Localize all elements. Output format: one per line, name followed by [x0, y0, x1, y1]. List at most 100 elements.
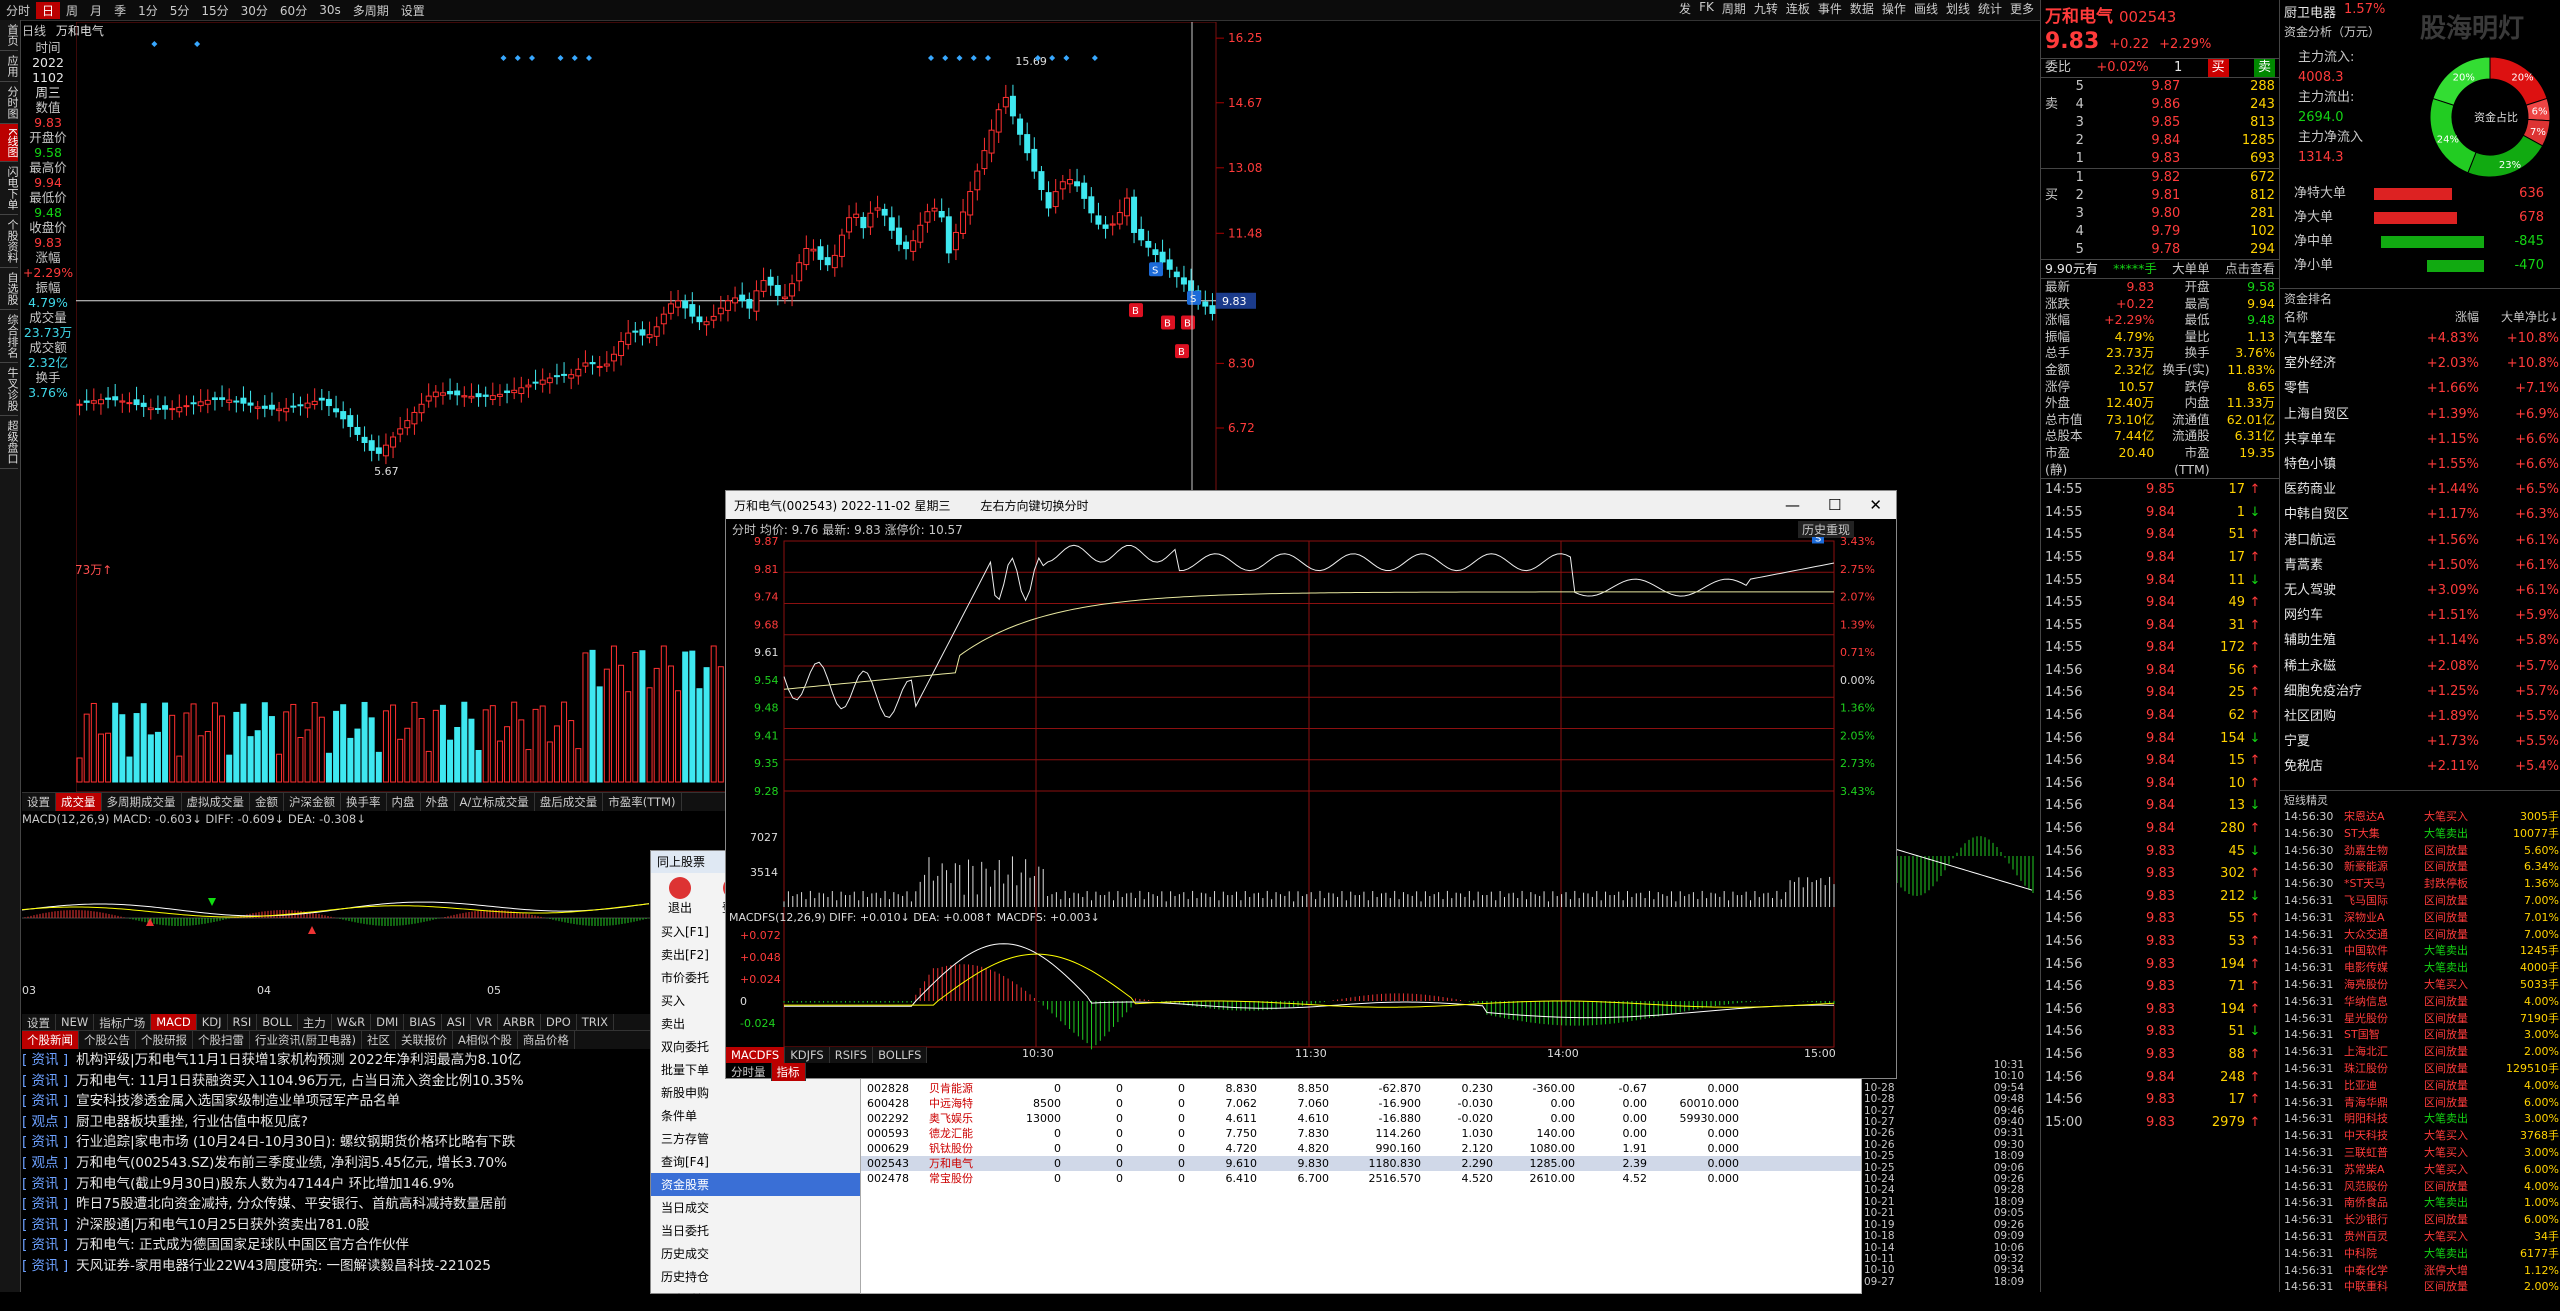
- toolbar-item[interactable]: 数据: [1846, 0, 1878, 17]
- holding-row[interactable]: 000593 德龙汇能 0 0 0 7.750 7.830 114.260 1.030 140.0…: [861, 1126, 1861, 1141]
- trade-menu-item[interactable]: 当日委托: [651, 1219, 861, 1242]
- history-replay-button[interactable]: 历史重现: [1797, 521, 1854, 538]
- sector-row[interactable]: 社区团购 +1.89% +5.5%: [2280, 704, 2560, 729]
- monitor-row[interactable]: 14:56:31 华纳信息 区间放量 4.00%: [2280, 994, 2560, 1011]
- rail-tab[interactable]: 超级盘口: [0, 416, 19, 470]
- event-diamond[interactable]: [928, 55, 934, 61]
- news-item[interactable]: [ 资讯 ] 宣安科技渗透金属入选国家级制造业单项冠军产品名单: [22, 1091, 652, 1112]
- monitor-row[interactable]: 14:56:31 青海华鼎 区间放量 6.00%: [2280, 1095, 2560, 1112]
- monitor-row[interactable]: 14:56:31 中泰化学 涨停大增 1.12%: [2280, 1263, 2560, 1280]
- sector-row[interactable]: 上海自贸区 +1.39% +6.9%: [2280, 402, 2560, 427]
- indicator-tab[interactable]: 设置: [22, 793, 56, 811]
- news-tab[interactable]: 个股研报: [136, 1031, 193, 1049]
- toolbar-item[interactable]: 事件: [1814, 0, 1846, 17]
- popup-bottom-tab[interactable]: 分时量: [726, 1063, 772, 1081]
- news-tab[interactable]: 行业资讯(厨卫电器): [250, 1031, 362, 1049]
- news-item[interactable]: [ 资讯 ] 万和电气: 11月1日获融资买入1104.96万元, 占当日流入资金…: [22, 1071, 652, 1092]
- toolbar-item[interactable]: 画线: [1910, 0, 1942, 17]
- book-row[interactable]: 1 9.82 672: [2041, 169, 2279, 187]
- monitor-row[interactable]: 14:56:31 中天科技 大笔买入 3768手: [2280, 1128, 2560, 1145]
- trade-menu-item[interactable]: 查询[F4]: [651, 1150, 861, 1173]
- toolbar-item[interactable]: 划线: [1942, 0, 1974, 17]
- period-tab[interactable]: 60分: [274, 2, 313, 19]
- trade-button[interactable]: 退出: [655, 877, 705, 916]
- popup-chart[interactable]: 9.87 9.81 9.74 9.68 9.61 9.54 9.48 9.41 9.35 9.28…: [726, 537, 1896, 1057]
- period-tab[interactable]: 月: [84, 2, 108, 19]
- sector-row[interactable]: 汽车整车 +4.83% +10.8%: [2280, 326, 2560, 351]
- trade-menu-item[interactable]: 资金股票: [651, 1173, 861, 1196]
- toolbar-item[interactable]: 发: [1675, 0, 1695, 17]
- event-diamond[interactable]: [500, 55, 507, 61]
- sector-row[interactable]: 港口航运 +1.56% +6.1%: [2280, 528, 2560, 553]
- toolbar-item[interactable]: FK: [1695, 0, 1718, 17]
- trade-menu-item[interactable]: 三方存管: [651, 1127, 861, 1150]
- rail-tab[interactable]: 综合排名: [0, 310, 19, 364]
- sector-row[interactable]: 免税店 +2.11% +5.4%: [2280, 754, 2560, 779]
- quick-sell-button[interactable]: 卖: [2253, 59, 2275, 77]
- event-diamond[interactable]: [1091, 55, 1098, 61]
- popup-bottom-tab[interactable]: 指标: [771, 1063, 806, 1081]
- news-tab[interactable]: 关联报价: [396, 1031, 453, 1049]
- sector-row[interactable]: 网约车 +1.51% +5.9%: [2280, 603, 2560, 628]
- period-tab[interactable]: 15分: [195, 2, 234, 19]
- monitor-row[interactable]: 14:56:30 ST大集 大笔卖出 10077手: [2280, 826, 2560, 843]
- indicator-tab[interactable]: 金额: [250, 793, 284, 811]
- toolbar-item[interactable]: 连板: [1782, 0, 1814, 17]
- news-tab[interactable]: 个股新闻: [22, 1031, 79, 1049]
- period-tab[interactable]: 设置: [395, 2, 431, 19]
- book-row[interactable]: 4 9.79 102: [2041, 223, 2279, 241]
- rail-tab[interactable]: 分时图: [0, 82, 19, 124]
- monitor-row[interactable]: 14:56:31 珠江股份 区间放量 129510手: [2280, 1061, 2560, 1078]
- toolbar-item[interactable]: 九转: [1750, 0, 1782, 17]
- trade-menu-item[interactable]: 条件单: [651, 1104, 861, 1127]
- event-diamond[interactable]: [942, 55, 949, 61]
- news-tab[interactable]: A相似个股: [453, 1031, 518, 1049]
- news-item[interactable]: [ 资讯 ] 行业追踪|家电市场 (10月24日-10月30日): 螺纹钢期货价格…: [22, 1132, 652, 1153]
- toolbar-item[interactable]: 统计: [1974, 0, 2006, 17]
- news-item[interactable]: [ 资讯 ] 万和电气(截止9月30日)股东人数为47144户 环比增加146.9…: [22, 1174, 652, 1195]
- news-tab[interactable]: 社区: [362, 1031, 396, 1049]
- sector-row[interactable]: 中韩自贸区 +1.17% +6.3%: [2280, 502, 2560, 527]
- monitor-row[interactable]: 14:56:31 中联重科 区间放量 2.00%: [2280, 1279, 2560, 1296]
- book-row[interactable]: 5 9.78 294: [2041, 241, 2279, 259]
- monitor-row[interactable]: 14:56:31 中科院 大笔卖出 6177手: [2280, 1246, 2560, 1263]
- book-row[interactable]: 3 9.85 813: [2041, 114, 2279, 132]
- monitor-row[interactable]: 14:56:31 三联虹普 大笔买入 3.00%: [2280, 1145, 2560, 1162]
- trade-menu-item[interactable]: 历史持仓: [651, 1265, 861, 1288]
- period-tab[interactable]: 周: [60, 2, 84, 19]
- event-diamond[interactable]: [514, 55, 521, 61]
- rail-tab[interactable]: 个股资料: [0, 215, 19, 269]
- popup-indicator-tab[interactable]: BOLLFS: [873, 1047, 928, 1063]
- sector-header[interactable]: 大单净比↓: [2479, 308, 2559, 326]
- holding-row[interactable]: 002543 万和电气 0 0 0 9.610 9.830 1180.830 2.290 1285…: [861, 1156, 1861, 1171]
- popup-indicator-tab[interactable]: MACDFS: [726, 1047, 786, 1063]
- period-tab[interactable]: 多周期: [347, 2, 395, 19]
- indicator-tab[interactable]: 盘后成交量: [535, 793, 604, 811]
- rail-tab[interactable]: 闪电下单: [0, 162, 19, 216]
- indicator-tab[interactable]: A/立标成交量: [455, 793, 535, 811]
- sector-row[interactable]: 细胞免疫治疗 +1.25% +5.7%: [2280, 679, 2560, 704]
- book-row[interactable]: 2 9.84 1285: [2041, 132, 2279, 150]
- monitor-row[interactable]: 14:56:31 风范股份 区间放量 4.00%: [2280, 1179, 2560, 1196]
- trade-menu-item[interactable]: 历史委托: [651, 1288, 861, 1311]
- book-row[interactable]: 卖 4 9.86 243: [2041, 96, 2279, 114]
- toolbar-item[interactable]: 操作: [1878, 0, 1910, 17]
- holding-row[interactable]: 002292 奥飞娱乐 13000 0 0 4.611 4.610 -16.880 -0.020…: [861, 1111, 1861, 1126]
- sector-header[interactable]: 名称: [2280, 308, 2404, 326]
- monitor-row[interactable]: 14:56:31 贵州百灵 大笔买入 34手: [2280, 1229, 2560, 1246]
- monitor-row[interactable]: 14:56:31 苏常柴A 大笔买入 6.00%: [2280, 1162, 2560, 1179]
- indicator-tab[interactable]: 内盘: [387, 793, 421, 811]
- rail-tab[interactable]: 自选股: [0, 268, 19, 311]
- monitor-row[interactable]: 14:56:31 比亚迪 区间放量 4.00%: [2280, 1078, 2560, 1095]
- monitor-row[interactable]: 14:56:31 电影传媒 大笔卖出 4000手: [2280, 960, 2560, 977]
- sector-row[interactable]: 医药商业 +1.44% +6.5%: [2280, 477, 2560, 502]
- holding-row[interactable]: 002478 常宝股份 0 0 0 6.410 6.700 2516.570 4.520 2610…: [861, 1171, 1861, 1186]
- popup-close-button[interactable]: ✕: [1869, 496, 1882, 514]
- indicator-tab[interactable]: 市盈率(TTM): [603, 793, 682, 811]
- event-diamond[interactable]: [194, 41, 201, 47]
- monitor-row[interactable]: 14:56:31 明阳科技 大笔卖出 3.00%: [2280, 1111, 2560, 1128]
- indicator-tab[interactable]: 成交量: [56, 793, 102, 811]
- popup-maximize-button[interactable]: ☐: [1828, 496, 1841, 514]
- book-row[interactable]: 买 2 9.81 812: [2041, 187, 2279, 205]
- sector-header[interactable]: 涨幅: [2404, 308, 2479, 326]
